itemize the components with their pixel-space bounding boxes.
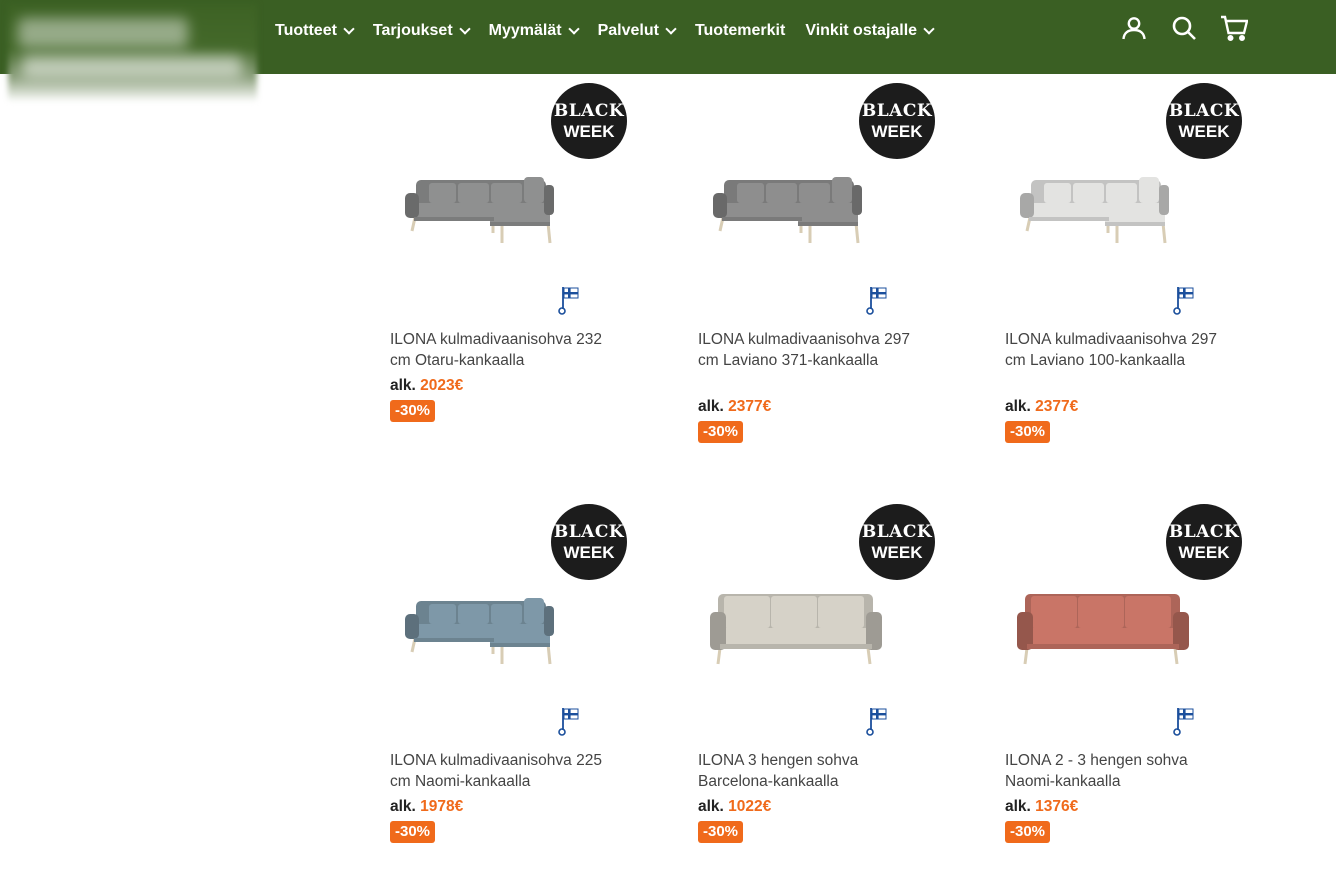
badge-line1: BLACK bbox=[861, 521, 933, 542]
badge-line1: BLACK bbox=[1168, 100, 1240, 121]
product-card[interactable]: BLACK WEEK ILONA kulmadivaanisohva 225 c… bbox=[390, 496, 630, 866]
price-prefix: alk. bbox=[698, 397, 724, 415]
sofa-image bbox=[405, 177, 554, 244]
made-in-finland-flag bbox=[866, 706, 888, 736]
product-price: alk. 1978€ bbox=[390, 798, 463, 816]
product-image[interactable] bbox=[1005, 165, 1245, 265]
badge-line1: BLACK bbox=[553, 521, 625, 542]
product-price: alk. 2377€ bbox=[1005, 398, 1078, 416]
price-prefix: alk. bbox=[1005, 397, 1031, 415]
product-title[interactable]: ILONA kulmadivaanisohva 297 cm Laviano 3… bbox=[698, 330, 923, 371]
product-card[interactable]: BLACK WEEK ILONA kulmadivaanisohva 297 c… bbox=[698, 75, 938, 445]
black-week-badge: BLACK WEEK bbox=[859, 83, 935, 159]
black-week-badge: BLACK WEEK bbox=[1166, 83, 1242, 159]
finland-flag-icon bbox=[558, 287, 579, 315]
made-in-finland-flag bbox=[1173, 285, 1195, 315]
product-title[interactable]: ILONA 3 hengen sohva Barcelona-kankaalla bbox=[698, 751, 923, 792]
product-title[interactable]: ILONA 2 - 3 hengen sohva Naomi-kankaalla bbox=[1005, 751, 1230, 792]
product-card[interactable]: BLACK WEEK ILONA 3 hengen sohva Barcelon… bbox=[698, 496, 938, 866]
price-value: 2023€ bbox=[420, 377, 464, 394]
product-image[interactable] bbox=[390, 586, 630, 686]
discount-badge: -30% bbox=[698, 420, 744, 443]
product-card[interactable]: BLACK WEEK ILONA kulmadivaanisohva 232 c… bbox=[390, 75, 630, 445]
price-value: 2377€ bbox=[1035, 397, 1079, 415]
badge-line2: WEEK bbox=[1178, 542, 1230, 562]
made-in-finland-flag bbox=[866, 285, 888, 315]
badge-line1: BLACK bbox=[1168, 521, 1240, 542]
product-price: alk. 2023€ bbox=[390, 377, 463, 395]
finland-flag-icon bbox=[1173, 708, 1194, 736]
price-prefix: alk. bbox=[698, 798, 724, 815]
discount-badge: -30% bbox=[1005, 420, 1051, 443]
product-image[interactable] bbox=[698, 165, 938, 265]
made-in-finland-flag bbox=[558, 285, 580, 315]
discount-badge: -30% bbox=[390, 400, 436, 422]
price-prefix: alk. bbox=[1005, 798, 1031, 815]
sofa-image bbox=[405, 598, 554, 665]
finland-flag-icon bbox=[866, 708, 887, 736]
price-value: 1022€ bbox=[728, 798, 772, 815]
product-image[interactable] bbox=[390, 165, 630, 265]
made-in-finland-flag bbox=[558, 706, 580, 736]
badge-line1: BLACK bbox=[861, 100, 933, 121]
made-in-finland-flag bbox=[1173, 706, 1195, 736]
product-card[interactable]: BLACK WEEK ILONA 2 - 3 hengen sohva Naom… bbox=[1005, 496, 1245, 866]
badge-line1: BLACK bbox=[553, 100, 625, 121]
black-week-badge: BLACK WEEK bbox=[1166, 504, 1242, 580]
product-price: alk. 1022€ bbox=[698, 798, 771, 816]
discount-badge: -30% bbox=[1005, 821, 1051, 843]
price-prefix: alk. bbox=[390, 377, 416, 394]
sofa-image bbox=[1020, 177, 1169, 244]
black-week-badge: BLACK WEEK bbox=[859, 504, 935, 580]
product-title[interactable]: ILONA kulmadivaanisohva 225 cm Naomi-kan… bbox=[390, 751, 615, 792]
product-title[interactable]: ILONA kulmadivaanisohva 232 cm Otaru-kan… bbox=[390, 330, 615, 371]
sofa-image bbox=[713, 177, 862, 244]
finland-flag-icon bbox=[558, 708, 579, 736]
discount-badge: -30% bbox=[390, 821, 436, 843]
product-price: alk. 2377€ bbox=[698, 398, 771, 416]
sofa-image bbox=[710, 594, 882, 665]
product-title[interactable]: ILONA kulmadivaanisohva 297 cm Laviano 1… bbox=[1005, 330, 1230, 371]
finland-flag-icon bbox=[1173, 287, 1194, 315]
black-week-badge: BLACK WEEK bbox=[551, 83, 627, 159]
price-value: 1376€ bbox=[1035, 798, 1079, 815]
price-prefix: alk. bbox=[390, 798, 416, 815]
price-value: 1978€ bbox=[420, 798, 464, 815]
product-grid: BLACK WEEK ILONA kulmadivaanisohva 232 c… bbox=[0, 0, 1336, 873]
badge-line2: WEEK bbox=[871, 121, 923, 141]
badge-line2: WEEK bbox=[1178, 121, 1230, 141]
badge-line2: WEEK bbox=[563, 121, 615, 141]
finland-flag-icon bbox=[866, 287, 887, 315]
discount-badge: -30% bbox=[698, 821, 744, 843]
badge-line2: WEEK bbox=[563, 542, 615, 562]
badge-line2: WEEK bbox=[871, 542, 923, 562]
product-card[interactable]: BLACK WEEK ILONA kulmadivaanisohva 297 c… bbox=[1005, 75, 1245, 445]
price-value: 2377€ bbox=[728, 397, 772, 415]
product-image[interactable] bbox=[1005, 586, 1245, 686]
sofa-image bbox=[1017, 594, 1189, 665]
product-image[interactable] bbox=[698, 586, 938, 686]
black-week-badge: BLACK WEEK bbox=[551, 504, 627, 580]
product-price: alk. 1376€ bbox=[1005, 798, 1078, 816]
